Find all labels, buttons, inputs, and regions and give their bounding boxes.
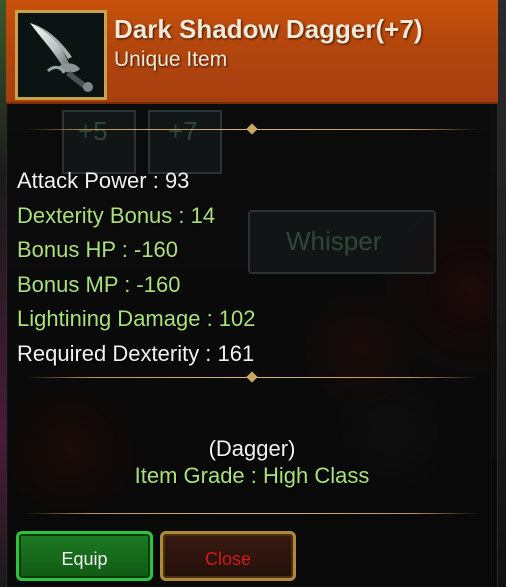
stat-dexterity-bonus: Dexterity Bonus : 14 [17, 202, 216, 228]
whisper-button-label: Whisper [286, 226, 382, 256]
divider-middle [24, 371, 480, 384]
item-rarity: Unique Item [114, 48, 228, 71]
item-header: Dark Shadow Dagger(+7) Unique Item [6, 0, 498, 104]
stat-bonus-hp: Bonus HP : -160 [17, 237, 179, 262]
stat-attack-power: Attack Power : 93 [17, 168, 190, 193]
item-stats: Attack Power : 93 Dexterity Bonus : 14 B… [17, 164, 256, 371]
close-button[interactable]: Close [160, 531, 296, 581]
item-type: (Dagger) [208, 436, 296, 461]
item-name: Dark Shadow Dagger(+7) [114, 14, 423, 44]
stat-lightning-damage: Lightining Damage : 102 [17, 306, 256, 331]
item-grade: Item Grade : High Class [134, 463, 370, 488]
stat-bonus-mp: Bonus MP : -160 [17, 271, 181, 297]
divider-top [24, 123, 480, 136]
dagger-icon [15, 10, 107, 100]
stat-required-dexterity: Required Dexterity : 161 [17, 340, 255, 366]
divider-bottom [24, 508, 480, 520]
equip-button[interactable]: Equip [16, 531, 153, 581]
